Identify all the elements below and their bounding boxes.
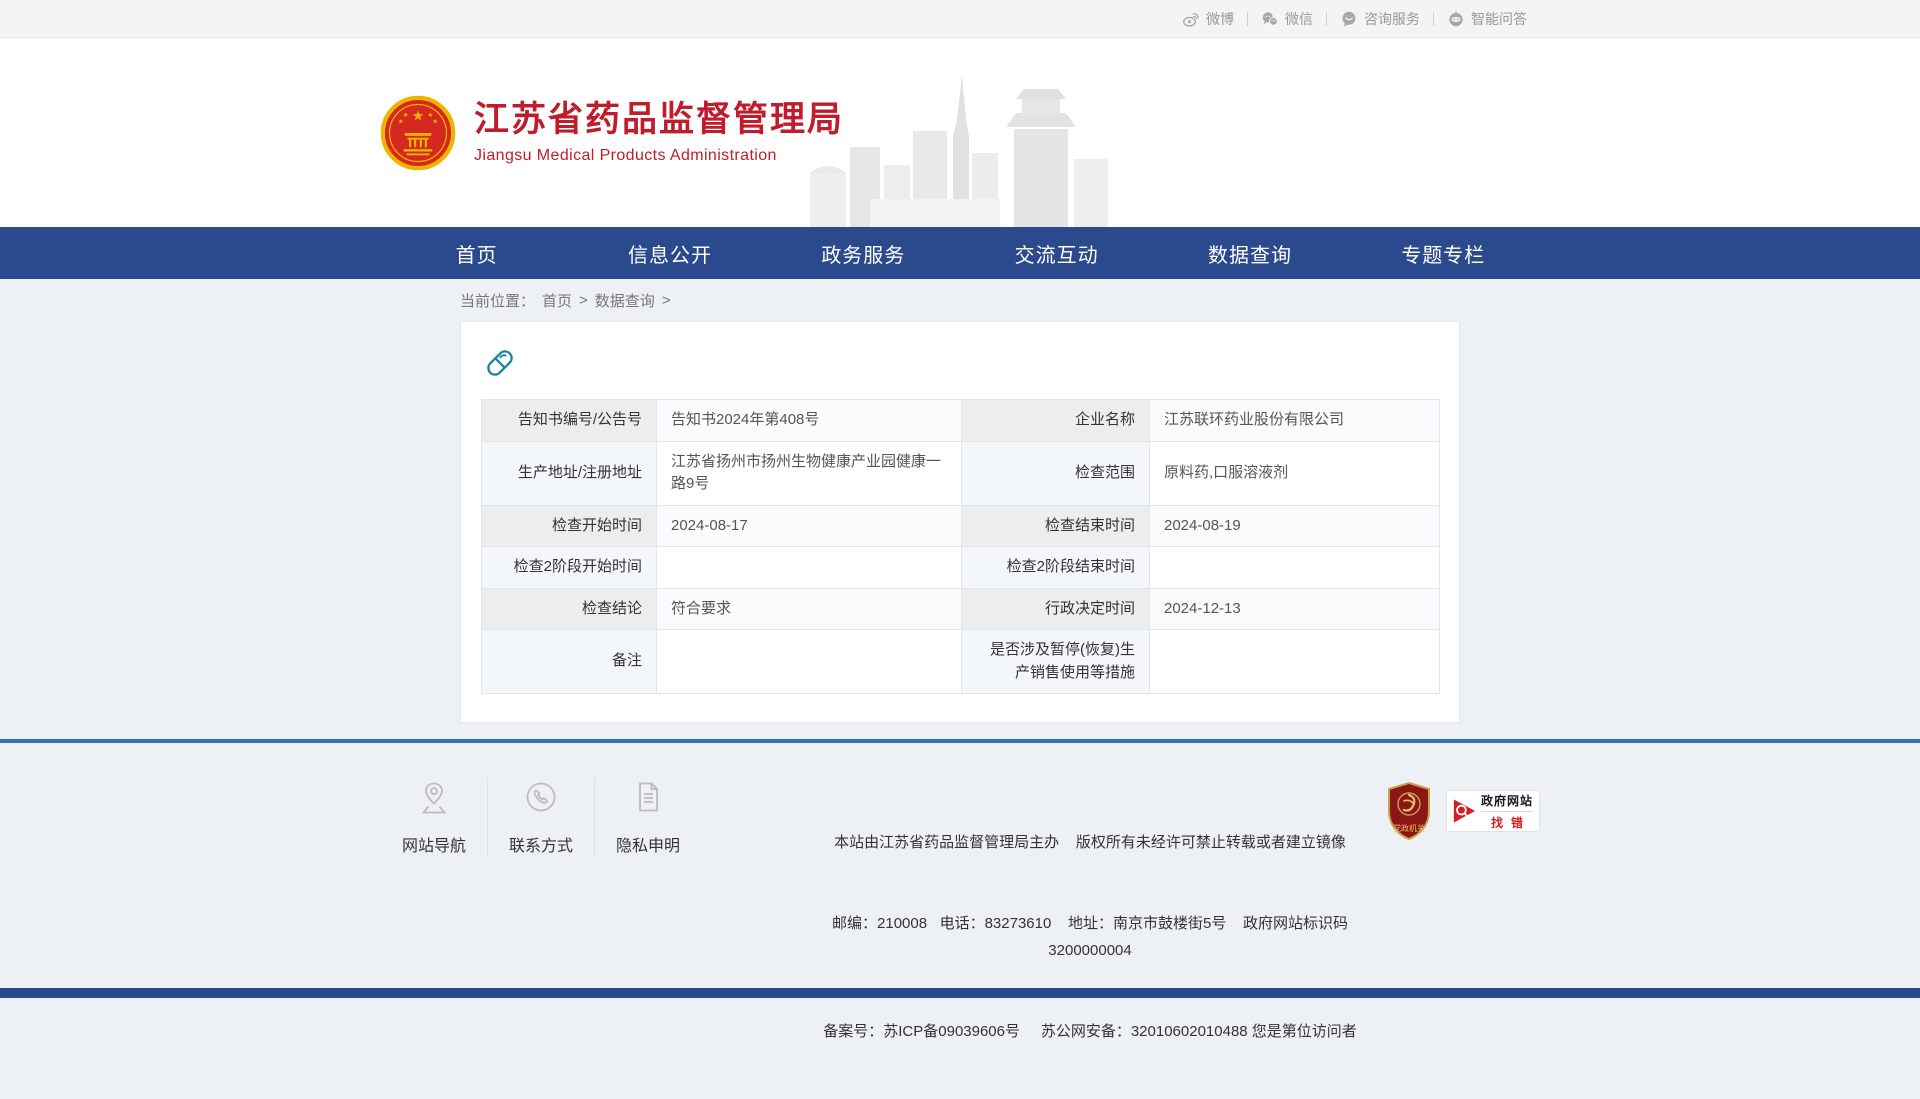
table-row: 检查结论 符合要求 行政决定时间 2024-12-13 (482, 588, 1440, 630)
map-pin-icon (414, 804, 454, 821)
consult-service-link[interactable]: 咨询服务 (1327, 9, 1433, 29)
field-value: 江苏联环药业股份有限公司 (1150, 400, 1440, 442)
footer-quick-links: 网站导航 联系方式 (380, 777, 701, 856)
field-value (657, 630, 962, 694)
svg-text:党政机关: 党政机关 (1393, 823, 1425, 833)
phone-icon (521, 804, 561, 821)
find-error-magnifier-icon (1453, 796, 1476, 826)
robot-icon (1447, 10, 1465, 28)
weibo-label: 微博 (1206, 9, 1234, 29)
table-row: 告知书编号/公告号 告知书2024年第408号 企业名称 江苏联环药业股份有限公… (482, 400, 1440, 442)
weibo-icon (1182, 10, 1200, 28)
field-value: 2024-08-19 (1150, 505, 1440, 547)
field-label: 检查2阶段结束时间 (962, 547, 1150, 589)
inspection-detail-card: 告知书编号/公告号 告知书2024年第408号 企业名称 江苏联环药业股份有限公… (460, 321, 1460, 723)
breadcrumb-separator: > (662, 292, 671, 309)
find-error-text-block: 政府网站 找错 (1481, 792, 1533, 831)
field-value (1150, 630, 1440, 694)
site-footer: 网站导航 联系方式 (0, 739, 1920, 988)
table-row: 检查开始时间 2024-08-17 检查结束时间 2024-08-19 (482, 505, 1440, 547)
breadcrumb-separator: > (579, 292, 588, 309)
field-value: 告知书2024年第408号 (657, 400, 962, 442)
footer-line-contact: 邮编：210008 电话：83273610 地址：南京市鼓楼街5号 政府网站标识… (809, 910, 1371, 964)
contact-link[interactable]: 联系方式 (488, 777, 595, 856)
nav-item-special-topics[interactable]: 专题专栏 (1347, 227, 1540, 279)
site-header: ★ ★ ★ ★ ★ 江苏省药品监督管理局 Jiangsu Medical Pro… (0, 38, 1920, 227)
svg-text:★: ★ (412, 108, 425, 124)
field-label: 生产地址/注册地址 (482, 441, 657, 505)
privacy-label: 隐私申明 (616, 832, 680, 856)
field-label: 检查结论 (482, 588, 657, 630)
site-title-block: 江苏省药品监督管理局 Jiangsu Medical Products Admi… (474, 100, 844, 164)
field-label: 备注 (482, 630, 657, 694)
field-value: 江苏省扬州市扬州生物健康产业园健康一路9号 (657, 441, 962, 505)
find-error-action: 找错 (1491, 814, 1531, 831)
field-label: 检查2阶段开始时间 (482, 547, 657, 589)
find-error-divider (1481, 811, 1533, 812)
smart-qa-link[interactable]: 智能问答 (1434, 9, 1540, 29)
site-title: 江苏省药品监督管理局 (474, 100, 844, 140)
privacy-link[interactable]: 隐私申明 (595, 777, 701, 856)
pill-icon (483, 346, 517, 380)
field-label: 行政决定时间 (962, 588, 1150, 630)
smart-qa-label: 智能问答 (1471, 9, 1527, 29)
field-value: 2024-08-17 (657, 505, 962, 547)
field-value: 原料药,口服溶液剂 (1150, 441, 1440, 505)
breadcrumb-section-link[interactable]: 数据查询 (595, 290, 655, 311)
breadcrumb-band: 当前位置： 首页 > 数据查询 > (0, 279, 1920, 321)
weibo-link[interactable]: 微博 (1169, 9, 1247, 29)
footer-line-icp: 备案号：苏ICP备09039606号 苏公网安备：32010602010488 … (809, 1018, 1371, 1045)
table-row: 备注 是否涉及暂停(恢复)生产销售使用等措施 (482, 630, 1440, 694)
table-row: 检查2阶段开始时间 检查2阶段结束时间 (482, 547, 1440, 589)
wechat-link[interactable]: 微信 (1248, 9, 1326, 29)
field-label: 是否涉及暂停(恢复)生产销售使用等措施 (962, 630, 1150, 694)
find-error-title: 政府网站 (1481, 792, 1533, 809)
nav-item-gov-services[interactable]: 政务服务 (767, 227, 960, 279)
breadcrumb-prefix: 当前位置： (460, 290, 535, 311)
field-value: 2024-12-13 (1150, 588, 1440, 630)
site-map-link[interactable]: 网站导航 (380, 777, 488, 856)
field-label: 检查结束时间 (962, 505, 1150, 547)
gov-site-find-error-badge[interactable]: 政府网站 找错 (1446, 790, 1540, 832)
site-subtitle: Jiangsu Medical Products Administration (474, 147, 844, 165)
wechat-label: 微信 (1285, 9, 1313, 29)
field-value: 符合要求 (657, 588, 962, 630)
city-skyline-illustration (810, 75, 1120, 227)
nav-item-data-query[interactable]: 数据查询 (1153, 227, 1346, 279)
national-emblem-logo: ★ ★ ★ ★ ★ (380, 95, 456, 171)
nav-item-home[interactable]: 首页 (380, 227, 573, 279)
breadcrumb: 当前位置： 首页 > 数据查询 > (460, 279, 1460, 321)
field-label: 告知书编号/公告号 (482, 400, 657, 442)
breadcrumb-home-link[interactable]: 首页 (542, 290, 572, 311)
field-label: 企业名称 (962, 400, 1150, 442)
footer-line-host: 本站由江苏省药品监督管理局主办 版权所有未经许可禁止转载或者建立镜像 (809, 829, 1371, 856)
inspection-detail-table: 告知书编号/公告号 告知书2024年第408号 企业名称 江苏联环药业股份有限公… (481, 399, 1440, 694)
document-icon (628, 804, 668, 821)
footer-badges: 党政机关 政府网站 找错 (1385, 781, 1540, 841)
field-label: 检查范围 (962, 441, 1150, 505)
field-value (657, 547, 962, 589)
field-label: 检查开始时间 (482, 505, 657, 547)
party-gov-shield-badge[interactable]: 党政机关 (1385, 781, 1433, 841)
chat-bubble-icon (1340, 10, 1358, 28)
field-value (1150, 547, 1440, 589)
site-map-label: 网站导航 (402, 832, 466, 856)
wechat-icon (1261, 10, 1279, 28)
contact-label: 联系方式 (509, 832, 573, 856)
consult-service-label: 咨询服务 (1364, 9, 1420, 29)
nav-item-interaction[interactable]: 交流互动 (960, 227, 1153, 279)
top-utility-bar: 微博 微信 咨询服务 智能问答 (0, 0, 1920, 38)
svg-text:★: ★ (398, 118, 404, 125)
nav-item-info-disclosure[interactable]: 信息公开 (573, 227, 766, 279)
svg-text:★: ★ (432, 118, 438, 125)
main-nav: 首页 信息公开 政务服务 交流互动 数据查询 专题专栏 (0, 227, 1920, 279)
footer-legal-text: 本站由江苏省药品监督管理局主办 版权所有未经许可禁止转载或者建立镜像 邮编：21… (809, 775, 1371, 1099)
table-row: 生产地址/注册地址 江苏省扬州市扬州生物健康产业园健康一路9号 检查范围 原料药… (482, 441, 1440, 505)
